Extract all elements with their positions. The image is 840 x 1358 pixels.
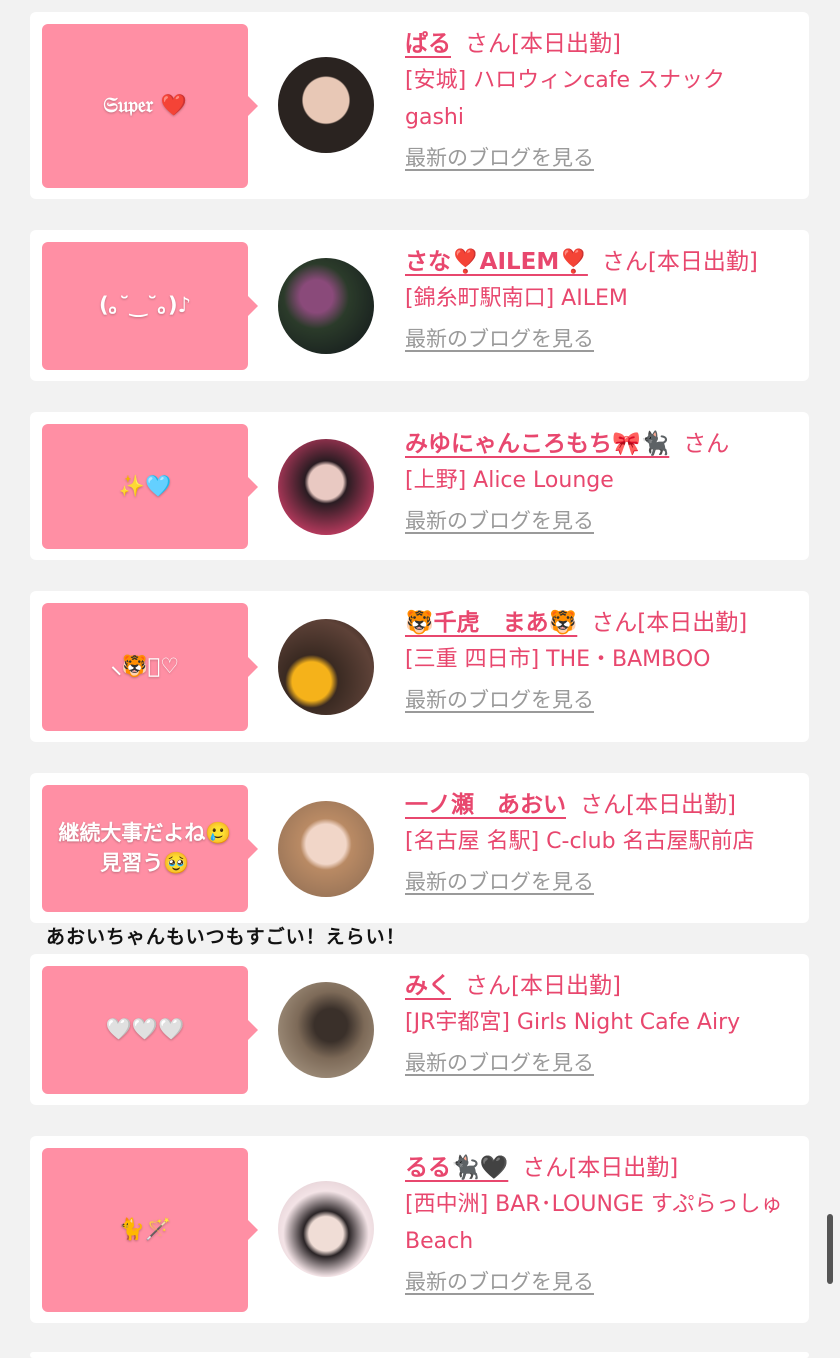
user-name-link[interactable]: ぱる [405,31,451,57]
san-label: さん [591,610,638,636]
blog-card: 𝔖𝔲𝔭𝔢𝔯 ❤️ ぱる さん[本日出勤] [安城] ハロウィンcafe スナックg… [30,12,809,199]
san-label: さん [683,431,730,457]
comment-bubble: ⸜🐯⸝‍♡ [42,603,258,731]
avatar[interactable] [278,619,374,715]
shop-name: [名古屋 名駅] C-club 名古屋駅前店 [405,829,755,854]
san-label: さん [580,792,626,818]
shop-name: [三重 四日市] THE・BAMBOO [405,647,711,672]
user-name-link[interactable]: 🐯千虎 まあ🐯 [405,610,577,636]
latest-blog-link[interactable]: 最新のブログを見る [405,866,594,896]
blog-card: ⸜🐯⸝‍♡ 🐯千虎 まあ🐯 さん[本日出勤] [三重 四日市] THE・BAMBO… [30,591,809,742]
comment-bubble: 継続大事だよね🥲 見習う🥹 [42,785,258,912]
user-name-link[interactable]: るる🐈‍⬛🖤 [405,1155,508,1181]
blog-card: 継続大事だよね🥲 見習う🥹 一ノ瀬 あおい さん[本日出勤] [名古屋 名駅] C… [30,773,809,923]
blog-card: (｡˘‿˘｡)♪ さな❣️AILEM❣️ さん[本日出勤] [錦糸町駅南口] AI… [30,230,809,381]
user-name-link[interactable]: みゆにゃんころもち🎀🐈‍⬛ [405,431,669,457]
duty-label: [本日出勤] [568,1155,679,1181]
duty-label: [本日出勤] [626,792,736,818]
latest-blog-link[interactable]: 最新のブログを見る [405,323,594,353]
latest-blog-link[interactable]: 最新のブログを見る [405,684,594,714]
blog-card: 🐈🪄 るる🐈‍⬛🖤 さん[本日出勤] [西中洲] BAR･LOUNGE すぷらっし… [30,1136,809,1323]
scrollbar[interactable] [827,1214,833,1284]
latest-blog-link[interactable]: 最新のブログを見る [405,1047,594,1077]
user-name-link[interactable]: 一ノ瀬 あおい [405,792,566,818]
comment-bubble: 🤍🤍🤍 [42,966,258,1094]
shop-name: [錦糸町駅南口] AILEM [405,286,628,311]
blog-card: ✨🩵 みゆにゃんころもち🎀🐈‍⬛ さん [上野] Alice Lounge 最新の… [30,412,809,560]
comment-bubble: (｡˘‿˘｡)♪ [42,242,258,370]
blog-card [30,1352,809,1358]
avatar[interactable] [278,982,374,1078]
duty-label: [本日出勤] [511,31,621,57]
latest-blog-link[interactable]: 最新のブログを見る [405,505,594,535]
san-label: さん [465,31,511,57]
latest-blog-link[interactable]: 最新のブログを見る [405,142,594,172]
user-name-link[interactable]: さな❣️AILEM❣️ [405,249,588,275]
overflow-comment: あおいちゃんもいつもすごい！えらい！ [46,926,406,948]
duty-label: [本日出勤] [637,610,748,636]
blog-card: 🤍🤍🤍 みく さん[本日出勤] [JR宇都宮] Girls Night Cafe … [30,954,809,1105]
comment-bubble: 𝔖𝔲𝔭𝔢𝔯 ❤️ [42,24,258,188]
latest-blog-link[interactable]: 最新のブログを見る [405,1266,594,1296]
shop-name: [安城] ハロウィンcafe スナックgashi [405,68,726,130]
san-label: さん [601,249,648,275]
avatar[interactable] [278,1181,374,1277]
avatar[interactable] [278,439,374,535]
san-label: さん [465,973,511,999]
avatar[interactable] [278,801,374,897]
comment-bubble: 🐈🪄 [42,1148,258,1312]
avatar[interactable] [278,258,374,354]
comment-bubble: ✨🩵 [42,424,258,549]
avatar[interactable] [278,57,374,153]
duty-label: [本日出勤] [511,973,621,999]
san-label: さん [522,1155,569,1181]
user-name-link[interactable]: みく [405,973,451,999]
shop-name: [西中洲] BAR･LOUNGE すぷらっしゅBeach [405,1192,783,1254]
shop-name: [上野] Alice Lounge [405,468,614,493]
shop-name: [JR宇都宮] Girls Night Cafe Airy [405,1010,741,1035]
duty-label: [本日出勤] [647,249,758,275]
